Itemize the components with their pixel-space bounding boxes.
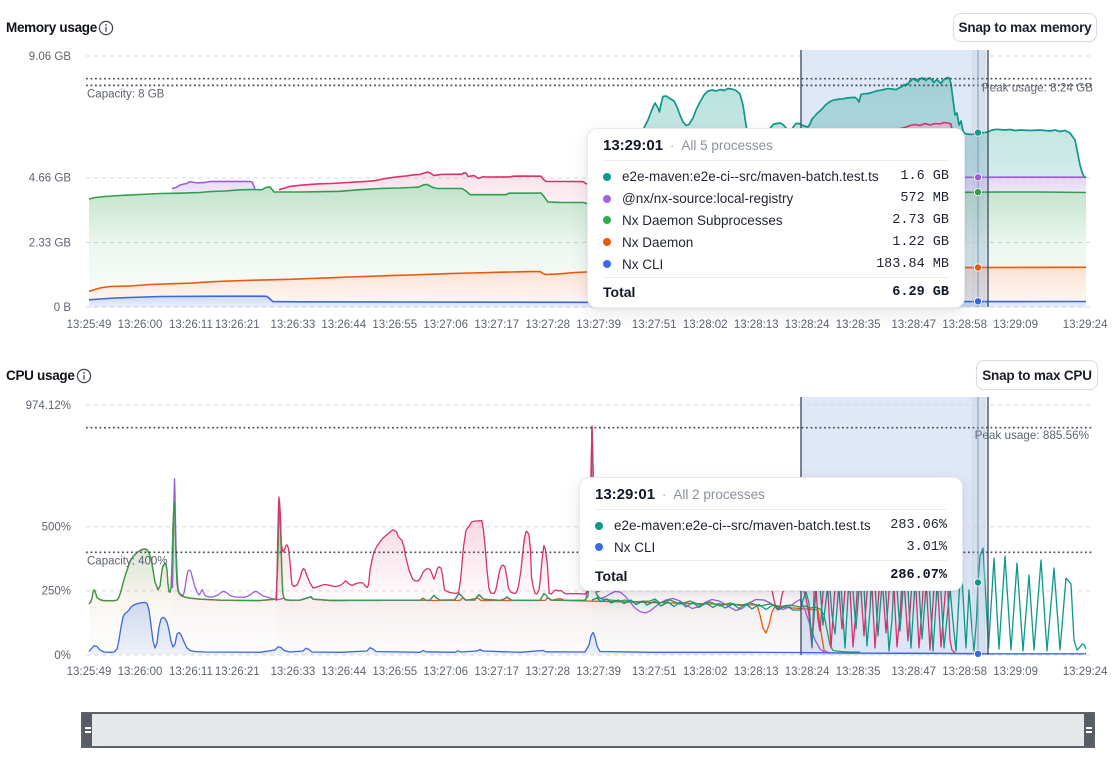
- svg-text:0%: 0%: [54, 650, 71, 662]
- svg-text:13:29:24: 13:29:24: [1063, 666, 1108, 678]
- svg-text:0 B: 0 B: [54, 302, 72, 314]
- svg-text:13:27:06: 13:27:06: [423, 666, 468, 678]
- svg-text:13:27:17: 13:27:17: [474, 319, 519, 331]
- svg-text:13:26:44: 13:26:44: [321, 319, 366, 331]
- svg-text:4.66 GB: 4.66 GB: [29, 173, 72, 185]
- svg-text:13:28:58: 13:28:58: [942, 319, 987, 331]
- svg-text:13:27:39: 13:27:39: [576, 666, 621, 678]
- svg-text:13:26:21: 13:26:21: [215, 319, 260, 331]
- svg-text:13:28:35: 13:28:35: [836, 666, 881, 678]
- svg-text:13:27:17: 13:27:17: [474, 666, 519, 678]
- svg-text:13:26:33: 13:26:33: [271, 319, 316, 331]
- svg-text:13:26:55: 13:26:55: [372, 319, 417, 331]
- svg-text:Capacity: 400%: Capacity: 400%: [87, 556, 168, 568]
- svg-text:13:26:44: 13:26:44: [321, 666, 366, 678]
- svg-text:13:27:51: 13:27:51: [632, 319, 677, 331]
- svg-text:2.33 GB: 2.33 GB: [29, 237, 72, 249]
- svg-text:13:27:28: 13:27:28: [525, 666, 570, 678]
- svg-text:13:26:11: 13:26:11: [169, 666, 213, 678]
- svg-text:13:25:49: 13:25:49: [67, 666, 112, 678]
- svg-text:13:29:09: 13:29:09: [993, 319, 1038, 331]
- svg-text:13:27:51: 13:27:51: [632, 666, 677, 678]
- svg-text:Peak usage: 885.56%: Peak usage: 885.56%: [975, 429, 1089, 442]
- svg-text:13:28:24: 13:28:24: [785, 666, 830, 678]
- svg-text:Peak usage: 8.24 GB: Peak usage: 8.24 GB: [982, 82, 1093, 95]
- svg-text:13:26:00: 13:26:00: [118, 319, 163, 331]
- svg-text:13:28:02: 13:28:02: [683, 319, 728, 331]
- svg-text:500%: 500%: [42, 522, 71, 534]
- svg-text:13:28:47: 13:28:47: [891, 319, 936, 331]
- svg-text:13:27:39: 13:27:39: [576, 319, 621, 331]
- svg-text:13:29:09: 13:29:09: [993, 666, 1038, 678]
- svg-text:974.12%: 974.12%: [26, 400, 71, 412]
- svg-text:13:27:28: 13:27:28: [525, 319, 570, 331]
- svg-text:13:29:24: 13:29:24: [1063, 319, 1108, 331]
- svg-text:13:28:47: 13:28:47: [891, 666, 936, 678]
- svg-text:13:26:00: 13:26:00: [118, 666, 163, 678]
- svg-text:250%: 250%: [42, 586, 71, 598]
- svg-text:9.06 GB: 9.06 GB: [29, 51, 72, 63]
- svg-text:13:25:49: 13:25:49: [67, 319, 112, 331]
- svg-text:13:26:55: 13:26:55: [372, 666, 417, 678]
- svg-text:13:28:35: 13:28:35: [836, 319, 881, 331]
- svg-text:13:28:24: 13:28:24: [785, 319, 830, 331]
- svg-text:13:26:11: 13:26:11: [169, 319, 213, 331]
- svg-text:13:28:13: 13:28:13: [734, 319, 779, 331]
- svg-text:13:28:13: 13:28:13: [734, 666, 779, 678]
- svg-text:13:28:58: 13:28:58: [942, 666, 987, 678]
- svg-text:13:26:21: 13:26:21: [215, 666, 260, 678]
- svg-text:Capacity: 8 GB: Capacity: 8 GB: [87, 89, 165, 101]
- svg-text:13:27:06: 13:27:06: [423, 319, 468, 331]
- svg-text:13:28:02: 13:28:02: [683, 666, 728, 678]
- svg-text:13:26:33: 13:26:33: [271, 666, 316, 678]
